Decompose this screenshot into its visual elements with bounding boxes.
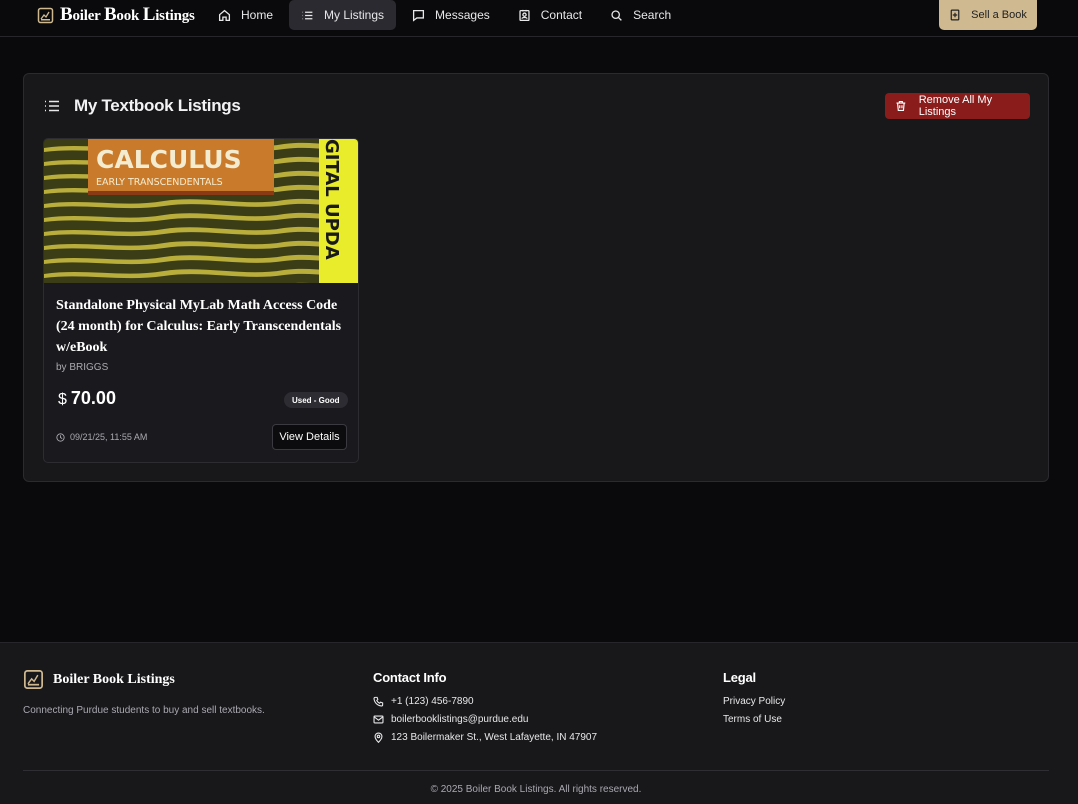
contact-icon xyxy=(519,9,530,21)
home-icon xyxy=(218,9,231,21)
footer-brand-name: Boiler Book Listings xyxy=(53,671,175,687)
currency-symbol: $ xyxy=(58,391,67,408)
listing-title[interactable]: Standalone Physical MyLab Math Access Co… xyxy=(56,295,348,358)
brand-word-3: istings xyxy=(155,8,195,24)
nav-my-listings[interactable]: My Listings xyxy=(289,0,397,30)
panel-header: My Textbook Listings xyxy=(44,96,241,116)
nav-search[interactable]: Search xyxy=(598,0,683,30)
my-listings-panel: My Textbook Listings Remove All My Listi… xyxy=(23,73,1049,482)
brand-initial-b2: B xyxy=(103,4,117,25)
privacy-policy-link[interactable]: Privacy Policy xyxy=(723,696,785,707)
brand-logo[interactable]: Boiler Book Listings xyxy=(37,4,195,26)
nav-contact[interactable]: Contact xyxy=(506,0,594,30)
nav-messages[interactable]: Messages xyxy=(400,0,502,30)
remove-all-label: Remove All My Listings xyxy=(918,94,993,118)
mail-icon xyxy=(373,715,384,724)
brand-word-2: ook xyxy=(116,8,140,24)
listing-card[interactable]: CALCULUS EARLY TRANSCENDENTALS GITAL UPD… xyxy=(43,138,359,463)
listing-price: $ 70.00 xyxy=(58,388,116,409)
terms-of-use-link[interactable]: Terms of Use xyxy=(723,714,782,725)
cover-subtitle: EARLY TRANSCENDENTALS xyxy=(96,177,223,188)
listing-date: 09/21/25, 11:55 AM xyxy=(56,432,147,442)
book-logo-icon xyxy=(37,7,54,23)
phone-number: +1 (123) 456-7890 xyxy=(391,696,474,707)
brand-initial-l: L xyxy=(142,4,156,25)
cover-artwork: CALCULUS EARLY TRANSCENDENTALS GITAL UPD… xyxy=(44,139,358,283)
legal-heading: Legal xyxy=(723,670,756,685)
search-icon xyxy=(611,9,622,21)
brand-name: Boiler Book Listings xyxy=(60,4,195,26)
nav-home[interactable]: Home xyxy=(206,0,285,30)
contact-info-heading: Contact Info xyxy=(373,670,447,685)
clock-icon xyxy=(56,432,65,442)
listing-date-text: 09/21/25, 11:55 AM xyxy=(70,432,148,442)
footer-email[interactable]: boilerbooklistings@purdue.edu xyxy=(373,714,528,725)
footer-phone[interactable]: +1 (123) 456-7890 xyxy=(373,696,474,707)
email-address: boilerbooklistings@purdue.edu xyxy=(391,714,529,725)
remove-all-listings-button[interactable]: Remove All My Listings xyxy=(885,93,1030,119)
nav-messages-label: Messages xyxy=(435,8,490,22)
footer-address: 123 Boilermaker St., West Lafayette, IN … xyxy=(373,732,597,743)
list-icon xyxy=(302,11,313,19)
footer-brand[interactable]: Boiler Book Listings xyxy=(23,669,175,690)
page-title: My Textbook Listings xyxy=(74,96,241,115)
top-navbar: Boiler Book Listings Home My Listings Me… xyxy=(0,0,1078,37)
view-details-button[interactable]: View Details xyxy=(272,424,347,450)
listing-author: by BRIGGS xyxy=(56,362,109,373)
footer-divider xyxy=(23,770,1049,771)
message-icon xyxy=(413,9,425,22)
nav-search-label: Search xyxy=(633,8,672,22)
street-address: 123 Boilermaker St., West Lafayette, IN … xyxy=(391,732,598,743)
book-logo-icon xyxy=(23,669,44,690)
sell-a-book-button[interactable]: Sell a Book xyxy=(939,0,1037,30)
book-cover-image[interactable]: CALCULUS EARLY TRANSCENDENTALS GITAL UPD… xyxy=(44,139,358,283)
brand-initial-b1: B xyxy=(60,4,73,25)
cover-side-text: GITAL UPDA xyxy=(321,139,342,260)
condition-badge: Used - Good xyxy=(284,392,348,408)
nav-links: Home My Listings Messages Contact Search xyxy=(206,0,683,30)
phone-icon xyxy=(373,696,384,707)
brand-word-1: oiler xyxy=(72,8,101,24)
nav-contact-label: Contact xyxy=(540,8,583,22)
trash-icon xyxy=(896,101,906,111)
footer-tagline: Connecting Purdue students to buy and se… xyxy=(23,705,265,716)
footer: Boiler Book Listings Connecting Purdue s… xyxy=(0,642,1078,804)
cover-title: CALCULUS xyxy=(96,145,242,174)
price-amount: 70.00 xyxy=(70,388,116,408)
book-plus-icon xyxy=(950,9,960,21)
copyright-text: © 2025 Boiler Book Listings. All rights … xyxy=(430,784,642,795)
location-pin-icon xyxy=(374,732,383,743)
nav-home-label: Home xyxy=(241,8,274,22)
sell-a-book-label: Sell a Book xyxy=(971,9,1027,21)
nav-my-listings-label: My Listings xyxy=(324,8,385,22)
list-icon xyxy=(45,100,59,112)
